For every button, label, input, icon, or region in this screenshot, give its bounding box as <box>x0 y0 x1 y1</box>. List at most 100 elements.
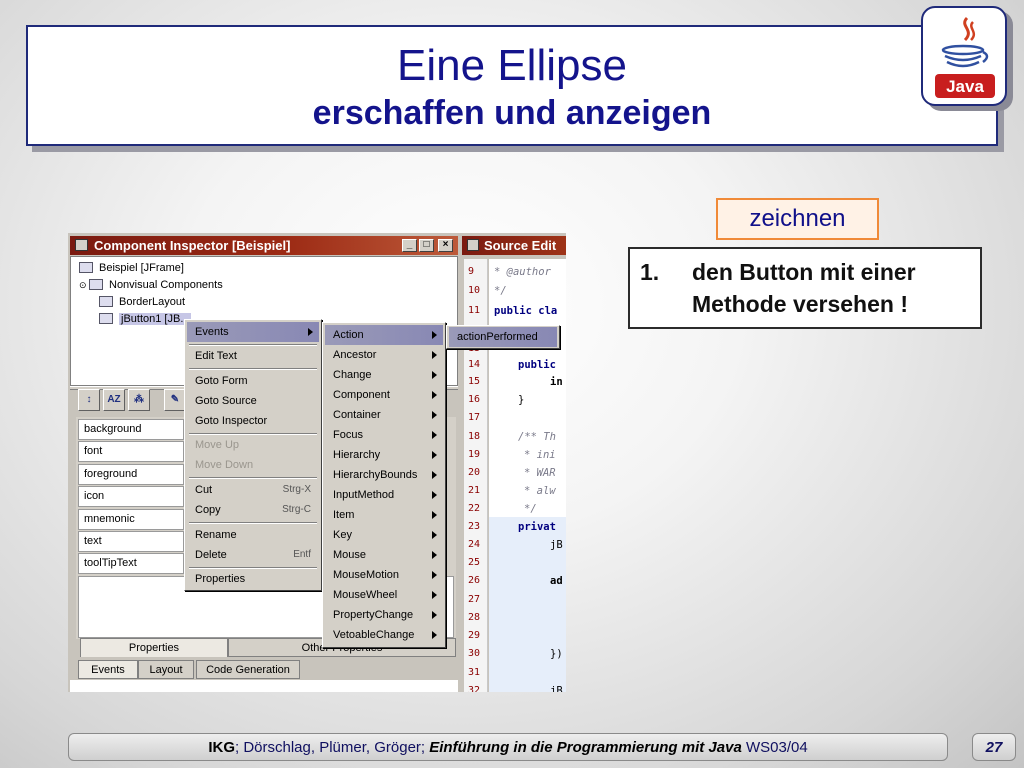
source-editor-titlebar[interactable]: Source Edit <box>462 236 566 255</box>
submenu-item-mousewheel[interactable]: MouseWheel <box>325 585 443 605</box>
submenu-item-component[interactable]: Component <box>325 385 443 405</box>
code-text: cla <box>531 305 558 317</box>
menu-label: Mouse <box>333 549 367 561</box>
submenu-item-inputmethod[interactable]: InputMethod <box>325 485 443 505</box>
editor-window-icon <box>467 239 479 251</box>
slide-subtitle: erschaffen und anzeigen <box>312 94 712 132</box>
line-number: 32 <box>468 685 481 692</box>
submenu-item-hierarchy[interactable]: Hierarchy <box>325 445 443 465</box>
menu-item-delete[interactable]: Delete Entf <box>187 545 319 565</box>
java-logo: Java <box>921 6 1007 106</box>
maximize-button[interactable]: □ <box>419 239 434 252</box>
submenu-item-change[interactable]: Change <box>325 365 443 385</box>
line-number: 28 <box>468 612 481 623</box>
menu-label: Events <box>195 326 229 338</box>
tab-code-generation[interactable]: Code Generation <box>196 660 300 679</box>
footer-authors: ; Dörschlag, Plümer, Gröger; <box>235 739 426 756</box>
submenu-item-mouse[interactable]: Mouse <box>325 545 443 565</box>
submenu-item-action[interactable]: Action <box>325 325 443 345</box>
minimize-button[interactable]: _ <box>402 239 417 252</box>
menu-label: Hierarchy <box>333 449 381 461</box>
code-line: */ <box>524 503 537 515</box>
menu-label: Copy <box>195 504 221 516</box>
sort-icon[interactable]: ↕ <box>78 389 100 411</box>
submenu-arrow-icon <box>432 531 437 539</box>
menu-label: Cut <box>195 484 213 496</box>
layout-icon <box>99 296 113 307</box>
submenu-item-container[interactable]: Container <box>325 405 443 425</box>
prop-text[interactable]: text <box>78 531 184 552</box>
close-button[interactable]: × <box>438 239 453 252</box>
submenu-item-mousemotion[interactable]: MouseMotion <box>325 565 443 585</box>
menu-item-cut[interactable]: Cut Strg-X <box>187 480 319 500</box>
submenu-item-focus[interactable]: Focus <box>325 425 443 445</box>
prop-tooltiptext[interactable]: toolTipText <box>78 553 184 574</box>
code-line: /** Th <box>518 431 556 443</box>
tree-item-nonvisual[interactable]: ⊙ Nonvisual Components <box>79 279 223 291</box>
menu-label: MouseWheel <box>333 589 398 601</box>
submenu-arrow-icon <box>432 411 437 419</box>
code-line: jB <box>550 685 563 692</box>
tree-label: jButton1 [JB... <box>119 313 192 325</box>
tree-item-jframe[interactable]: Beispiel [JFrame] <box>79 262 184 274</box>
menu-separator <box>189 522 317 524</box>
prop-mnemonic[interactable]: mnemonic <box>78 509 184 530</box>
code-line: public <box>518 359 556 371</box>
tab-events[interactable]: Events <box>78 660 138 679</box>
inspector-titlebar[interactable]: Component Inspector [Beispiel] _ □ × <box>70 236 458 255</box>
submenu-arrow-icon <box>432 451 437 459</box>
menu-item-goto-inspector[interactable]: Goto Inspector <box>187 411 319 431</box>
prop-background[interactable]: background <box>78 419 184 440</box>
tree-item-borderlayout[interactable]: BorderLayout <box>99 296 185 308</box>
menu-shortcut: Entf <box>293 549 311 560</box>
submenu-item-key[interactable]: Key <box>325 525 443 545</box>
step-text-line1: den Button mit einer <box>692 259 916 285</box>
menu-item-edit-text[interactable]: Edit Text <box>187 346 319 366</box>
submenu-arrow-icon <box>432 351 437 359</box>
footer-institute: IKG <box>208 739 235 756</box>
sort-az-icon[interactable]: AZ <box>103 389 125 411</box>
code-line: * @author <box>494 266 551 278</box>
submenu-item-propertychange[interactable]: PropertyChange <box>325 605 443 625</box>
menu-label: Item <box>333 509 355 521</box>
submenu-arrow-icon <box>432 551 437 559</box>
edit-icon[interactable]: ✎ <box>164 389 186 411</box>
source-editor-title: Source Edit <box>484 238 557 253</box>
menu-item-copy[interactable]: Copy Strg-C <box>187 500 319 520</box>
code-line: jB <box>550 539 563 551</box>
line-number: 16 <box>468 394 481 405</box>
submenu-item-actionperformed[interactable]: actionPerformed <box>449 327 557 347</box>
code-line: */ <box>494 285 507 297</box>
tree-item-jbutton1[interactable]: jButton1 [JB... <box>99 313 192 325</box>
line-number: 29 <box>468 630 481 641</box>
submenu-arrow-icon <box>432 471 437 479</box>
prop-icon[interactable]: icon <box>78 486 184 507</box>
tab-layout[interactable]: Layout <box>138 660 194 679</box>
tree-label: BorderLayout <box>119 296 186 308</box>
filter-icon[interactable]: ⁂ <box>128 389 150 411</box>
expand-icon: ⊙ <box>79 280 87 290</box>
menu-item-rename[interactable]: Rename <box>187 525 319 545</box>
menu-item-events[interactable]: Events <box>187 322 319 342</box>
inspector-window-icon <box>75 239 88 251</box>
prop-font[interactable]: font <box>78 441 184 462</box>
code-line: ad <box>550 575 563 587</box>
tab-properties[interactable]: Properties <box>80 638 228 657</box>
line-number: 22 <box>468 503 481 514</box>
menu-label: InputMethod <box>333 489 395 501</box>
menu-item-goto-source[interactable]: Goto Source <box>187 391 319 411</box>
line-number: 11 <box>468 305 481 316</box>
submenu-arrow-icon <box>432 331 437 339</box>
menu-item-goto-form[interactable]: Goto Form <box>187 371 319 391</box>
menu-item-properties[interactable]: Properties <box>187 569 319 589</box>
menu-label: Change <box>333 369 372 381</box>
code-line: * WAR <box>524 467 556 479</box>
line-number: 9 <box>468 266 475 277</box>
submenu-item-hierarchybounds[interactable]: HierarchyBounds <box>325 465 443 485</box>
prop-foreground[interactable]: foreground <box>78 464 184 485</box>
line-number: 20 <box>468 467 481 478</box>
step-text-line2: Methode versehen ! <box>692 291 908 317</box>
submenu-item-vetoablechange[interactable]: VetoableChange <box>325 625 443 645</box>
submenu-item-ancestor[interactable]: Ancestor <box>325 345 443 365</box>
submenu-item-item[interactable]: Item <box>325 505 443 525</box>
